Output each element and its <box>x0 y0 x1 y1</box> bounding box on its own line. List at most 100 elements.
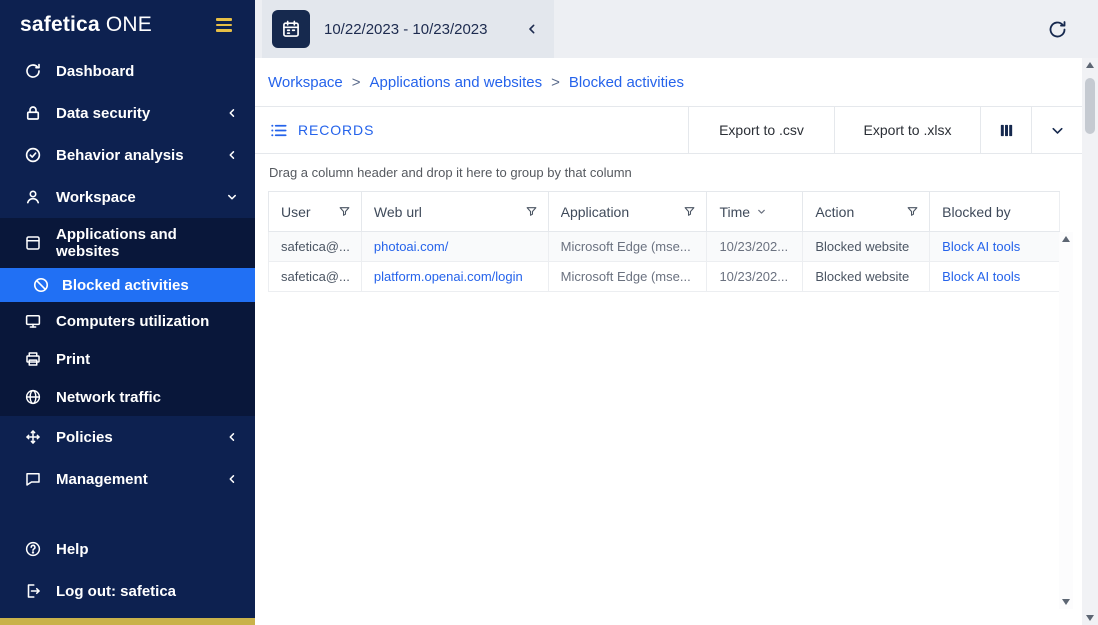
columns-icon <box>998 122 1015 139</box>
column-header-time[interactable]: Time <box>707 192 803 231</box>
chevron-left-icon[interactable] <box>225 106 239 120</box>
breadcrumb-workspace[interactable]: Workspace <box>268 74 343 91</box>
breadcrumb-blocked-activities[interactable]: Blocked activities <box>569 74 684 91</box>
app-window: safetica ONE Dashboard Data security <box>0 0 1098 625</box>
brand-bold: safetica <box>20 13 100 36</box>
sidebar-item-label: Behavior analysis <box>56 147 184 164</box>
export-xlsx-button[interactable]: Export to .xlsx <box>834 107 980 153</box>
column-header-web-url[interactable]: Web url <box>362 192 549 231</box>
column-header-action[interactable]: Action <box>803 192 930 231</box>
blocked-by-link[interactable]: Block AI tools <box>930 262 1060 291</box>
cell-user: safetica@... <box>269 262 362 291</box>
column-label: User <box>281 204 332 220</box>
web-url-link[interactable]: platform.openai.com/login <box>362 262 549 291</box>
chevron-left-icon[interactable] <box>524 21 540 37</box>
cell-time: 10/23/202... <box>707 262 803 291</box>
sidebar-item-label: Print <box>56 351 90 368</box>
lock-icon <box>24 104 42 122</box>
records-header: RECORDS <box>255 107 374 153</box>
nav-spacer <box>0 500 255 528</box>
table-scrollbar[interactable] <box>1059 232 1073 609</box>
collapse-panel-button[interactable] <box>1031 107 1082 153</box>
refresh-icon[interactable] <box>1047 19 1068 40</box>
blocked-icon <box>32 276 50 294</box>
sidebar-item-label: Network traffic <box>56 389 161 406</box>
scrollbar-thumb[interactable] <box>1085 78 1095 134</box>
table-row[interactable]: safetica@... photoai.com/ Microsoft Edge… <box>268 232 1060 262</box>
scroll-down-icon[interactable] <box>1062 599 1070 605</box>
column-label: Time <box>719 204 750 220</box>
sidebar-item-data-security[interactable]: Data security <box>0 92 255 134</box>
breadcrumb: Workspace > Applications and websites > … <box>255 58 1082 107</box>
sidebar-item-dashboard[interactable]: Dashboard <box>0 50 255 92</box>
sidebar: safetica ONE Dashboard Data security <box>0 0 255 625</box>
sidebar-item-policies[interactable]: Policies <box>0 416 255 458</box>
web-url-link[interactable]: photoai.com/ <box>362 232 549 261</box>
sidebar-item-label: Log out: safetica <box>56 583 176 600</box>
breadcrumb-separator: > <box>551 74 560 91</box>
sidebar-item-label: Help <box>56 541 89 558</box>
calendar-button[interactable] <box>272 10 310 48</box>
chevron-down-icon[interactable] <box>225 190 239 204</box>
table-empty-area <box>255 292 1082 625</box>
sidebar-item-label: Data security <box>56 105 150 122</box>
sidebar-item-logout[interactable]: Log out: safetica <box>0 570 255 612</box>
sidebar-item-label: Blocked activities <box>62 277 189 294</box>
sidebar-item-help[interactable]: Help <box>0 528 255 570</box>
monitor-icon <box>24 312 42 330</box>
sort-desc-icon <box>756 206 767 217</box>
table-row[interactable]: safetica@... platform.openai.com/login M… <box>268 262 1060 292</box>
content-panel: Workspace > Applications and websites > … <box>255 58 1082 625</box>
sidebar-item-label: Computers utilization <box>56 313 209 330</box>
column-label: Action <box>815 204 900 220</box>
sidebar-header: safetica ONE <box>0 0 255 50</box>
group-by-drop-zone[interactable]: Drag a column header and drop it here to… <box>255 154 1082 191</box>
chevron-left-icon[interactable] <box>225 430 239 444</box>
check-circle-icon <box>24 146 42 164</box>
chevron-down-icon <box>1049 122 1066 139</box>
blocked-by-link[interactable]: Block AI tools <box>930 232 1060 261</box>
filter-icon[interactable] <box>338 205 351 218</box>
dashboard-icon <box>24 62 42 80</box>
person-icon <box>24 188 42 206</box>
column-chooser-button[interactable] <box>980 107 1031 153</box>
sidebar-item-computers-utilization[interactable]: Computers utilization <box>0 302 255 340</box>
filter-icon[interactable] <box>683 205 696 218</box>
app-window-icon <box>24 234 42 252</box>
main-area: 10/22/2023 - 10/23/2023 Workspace > Appl… <box>255 0 1098 625</box>
column-header-application[interactable]: Application <box>549 192 708 231</box>
breadcrumb-applications-and-websites[interactable]: Applications and websites <box>370 74 543 91</box>
workspace-submenu: Applications and websites Blocked activi… <box>0 218 255 416</box>
date-range-picker[interactable]: 10/22/2023 - 10/23/2023 <box>262 0 554 58</box>
column-header-user[interactable]: User <box>269 192 362 231</box>
sidebar-item-applications-and-websites[interactable]: Applications and websites <box>0 218 255 268</box>
scroll-up-icon[interactable] <box>1086 62 1094 68</box>
sidebar-item-label: Dashboard <box>56 63 134 80</box>
sidebar-item-behavior-analysis[interactable]: Behavior analysis <box>0 134 255 176</box>
sidebar-item-label: Workspace <box>56 189 136 206</box>
sidebar-item-print[interactable]: Print <box>0 340 255 378</box>
chevron-left-icon[interactable] <box>225 472 239 486</box>
records-toolbar: RECORDS Export to .csv Export to .xlsx <box>255 107 1082 154</box>
sidebar-item-management[interactable]: Management <box>0 458 255 500</box>
page-scrollbar[interactable] <box>1082 58 1098 625</box>
menu-toggle-icon[interactable] <box>213 15 235 34</box>
cell-time: 10/23/202... <box>707 232 803 261</box>
cell-action: Blocked website <box>803 262 930 291</box>
column-header-blocked-by[interactable]: Blocked by <box>930 192 1060 231</box>
column-label: Application <box>561 204 678 220</box>
filter-icon[interactable] <box>906 205 919 218</box>
sidebar-item-network-traffic[interactable]: Network traffic <box>0 378 255 416</box>
brand-light: ONE <box>100 13 152 36</box>
cell-action: Blocked website <box>803 232 930 261</box>
export-csv-button[interactable]: Export to .csv <box>688 107 834 153</box>
scroll-up-icon[interactable] <box>1062 236 1070 242</box>
scroll-down-icon[interactable] <box>1086 615 1094 621</box>
filter-icon[interactable] <box>525 205 538 218</box>
printer-icon <box>24 350 42 368</box>
sidebar-item-workspace[interactable]: Workspace <box>0 176 255 218</box>
brand-accent-bar <box>0 618 255 625</box>
sidebar-item-blocked-activities[interactable]: Blocked activities <box>0 268 255 302</box>
chevron-left-icon[interactable] <box>225 148 239 162</box>
chat-icon <box>24 470 42 488</box>
